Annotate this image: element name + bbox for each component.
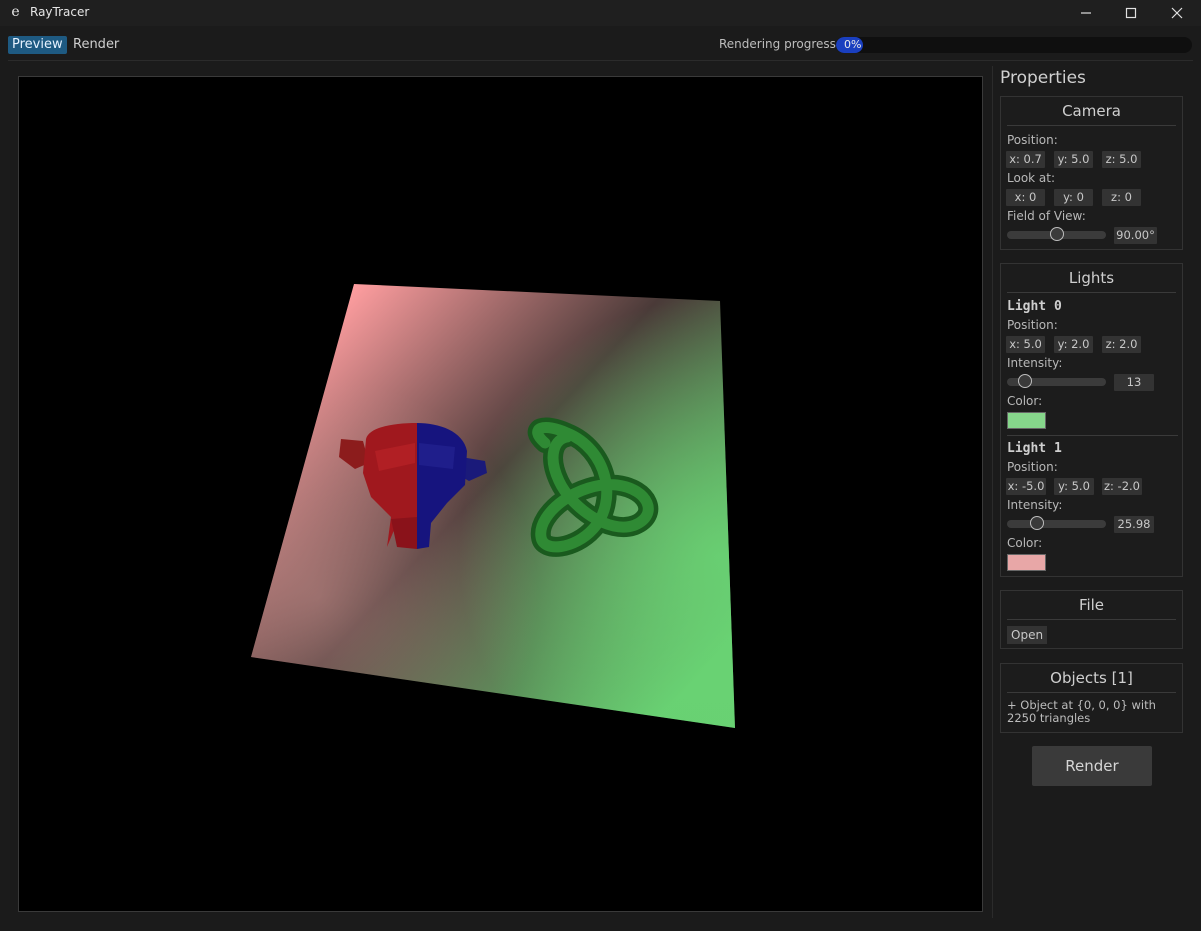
progress-bar: 0% [836,37,1192,53]
panel-divider[interactable] [992,66,993,918]
properties-title: Properties [1000,68,1086,88]
light-0-color-swatch[interactable] [1007,412,1046,429]
light-1-pos-z-field[interactable]: z: -2.0 [1102,478,1142,495]
scene-render [251,284,735,728]
list-item: + Object at {0, 0, 0} with 2250 triangle… [1007,698,1156,725]
lights-section: Lights Light 0 Position: x: 5.0 y: 2.0 z… [1000,263,1183,577]
camera-pos-z-field[interactable]: z: 5.0 [1102,151,1141,168]
light-0-pos-y-field[interactable]: y: 2.0 [1054,336,1093,353]
file-section: File Open [1000,590,1183,649]
light-0-color-label: Color: [1007,394,1043,408]
light-0-intensity-slider[interactable] [1007,374,1106,388]
fov-value-field[interactable]: 90.00° [1114,227,1157,244]
camera-pos-y-field[interactable]: y: 5.0 [1054,151,1093,168]
file-title: File [1007,591,1176,620]
fov-slider[interactable] [1007,227,1106,241]
camera-title: Camera [1007,97,1176,126]
light-1-intensity-field[interactable]: 25.98 [1114,516,1154,533]
maximize-button[interactable] [1108,0,1154,26]
camera-pos-x-field[interactable]: x: 0.7 [1006,151,1045,168]
tab-render[interactable]: Render [69,36,123,54]
light-separator [1007,435,1178,436]
ground-plane-pink-light [251,284,735,728]
camera-fov-label: Field of View: [1007,209,1086,223]
title-bar: e RayTracer [0,0,1201,26]
light-1-color-swatch[interactable] [1007,554,1046,571]
light-1-intensity-slider[interactable] [1007,516,1106,530]
light-1-position-label: Position: [1007,460,1058,474]
lights-title: Lights [1007,264,1176,293]
light-1-intensity-handle[interactable] [1029,516,1044,530]
open-button[interactable]: Open [1007,626,1048,644]
maximize-icon [1125,7,1137,19]
minimize-button[interactable] [1063,0,1109,26]
light-0-position-label: Position: [1007,318,1058,332]
light-1-pos-y-field[interactable]: y: 5.0 [1054,478,1094,495]
camera-look-y-field[interactable]: y: 0 [1054,189,1093,206]
close-button[interactable] [1154,0,1200,26]
close-icon [1171,7,1183,19]
menu-divider [8,60,1193,61]
progress-value: 0% [844,38,862,51]
light-1-name: Light 1 [1007,441,1062,456]
camera-lookat-label: Look at: [1007,171,1056,185]
light-1-intensity-label: Intensity: [1007,498,1063,512]
minimize-icon [1081,12,1091,14]
fov-slider-handle[interactable] [1049,227,1064,241]
light-0-pos-x-field[interactable]: x: 5.0 [1006,336,1045,353]
camera-look-z-field[interactable]: z: 0 [1102,189,1141,206]
light-0-pos-z-field[interactable]: z: 2.0 [1102,336,1141,353]
preview-viewport[interactable] [18,76,983,912]
objects-title: Objects [1] [1007,664,1176,693]
render-button[interactable]: Render [1032,746,1152,786]
progress-label: Rendering progress [719,37,836,51]
light-1-color-label: Color: [1007,536,1043,550]
app-icon: e [11,4,20,20]
light-0-intensity-label: Intensity: [1007,356,1063,370]
light-0-intensity-handle[interactable] [1017,374,1032,388]
camera-section: Camera Position: x: 0.7 y: 5.0 z: 5.0 Lo… [1000,96,1183,250]
tab-preview[interactable]: Preview [8,36,67,54]
light-0-intensity-field[interactable]: 13 [1114,374,1154,391]
camera-look-x-field[interactable]: x: 0 [1006,189,1045,206]
objects-section: Objects [1] + Object at {0, 0, 0} with 2… [1000,663,1183,733]
window-title: RayTracer [30,5,90,19]
camera-position-label: Position: [1007,133,1058,147]
light-0-name: Light 0 [1007,299,1062,314]
menu-bar: Preview Render Rendering progress 0% [0,30,1201,60]
light-1-pos-x-field[interactable]: x: -5.0 [1006,478,1046,495]
